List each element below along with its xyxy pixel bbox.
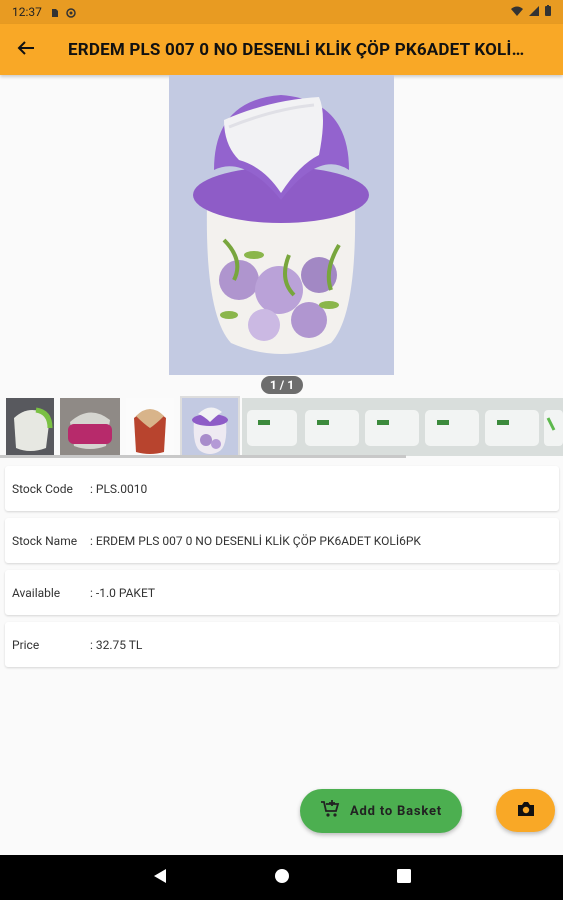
nav-back-icon [153,868,167,888]
nav-home-icon [274,868,290,888]
thumbnail-5[interactable] [242,398,563,456]
detail-value: : -1.0 PAKET [90,585,156,600]
nav-recents-icon [396,868,411,887]
wifi-icon [511,5,523,19]
product-details: Stock Code : PLS.0010 Stock Name : ERDEM… [5,466,559,674]
status-bar: 12:37 [0,0,563,24]
app-bar: ERDEM PLS 007 0 NO DESENLİ KLİK ÇÖP PK6A… [0,24,563,75]
camera-icon [516,800,536,822]
detail-label: Available [12,585,61,600]
product-main-image[interactable] [169,75,394,375]
thumbnail-1[interactable] [6,398,54,456]
detail-label: Price [12,637,40,652]
detail-label: Stock Code [12,481,73,496]
sim-card-icon [50,7,60,17]
status-indicators [511,5,551,19]
cart-plus-icon [320,799,340,823]
stock-code-row: Stock Code : PLS.0010 [5,466,559,511]
thumbnail-4[interactable] [182,398,238,456]
battery-icon [545,5,551,19]
image-page-indicator: 1 / 1 [261,376,303,394]
thumbnail-strip[interactable] [0,396,563,458]
nav-back-button[interactable] [149,867,171,889]
signal-icon [529,5,539,19]
thumbnail-scrollbar[interactable] [0,455,406,458]
back-button[interactable] [0,24,52,75]
add-to-basket-button[interactable]: Add to Basket [300,789,462,833]
page-title: ERDEM PLS 007 0 NO DESENLİ KLİK ÇÖP PK6A… [68,39,533,60]
price-row: Price : 32.75 TL [5,622,559,667]
nav-recents-button[interactable] [393,867,415,889]
available-row: Available : -1.0 PAKET [5,570,559,615]
sync-icon [66,7,76,18]
detail-value: : 32.75 TL [90,637,143,652]
camera-button[interactable] [496,789,555,832]
back-arrow-icon [17,39,35,61]
detail-label: Stock Name [12,533,78,548]
thumbnail-3[interactable] [126,398,174,456]
stock-name-row: Stock Name : ERDEM PLS 007 0 NO DESENLİ … [5,518,559,563]
detail-value: : ERDEM PLS 007 0 NO DESENLİ KLİK ÇÖP PK… [90,533,421,548]
status-time: 12:37 [12,5,42,19]
system-navigation-bar [0,855,563,900]
add-to-basket-label: Add to Basket [350,803,442,819]
detail-value: : PLS.0010 [90,481,148,496]
nav-home-button[interactable] [271,867,293,889]
thumbnail-2[interactable] [60,398,120,456]
